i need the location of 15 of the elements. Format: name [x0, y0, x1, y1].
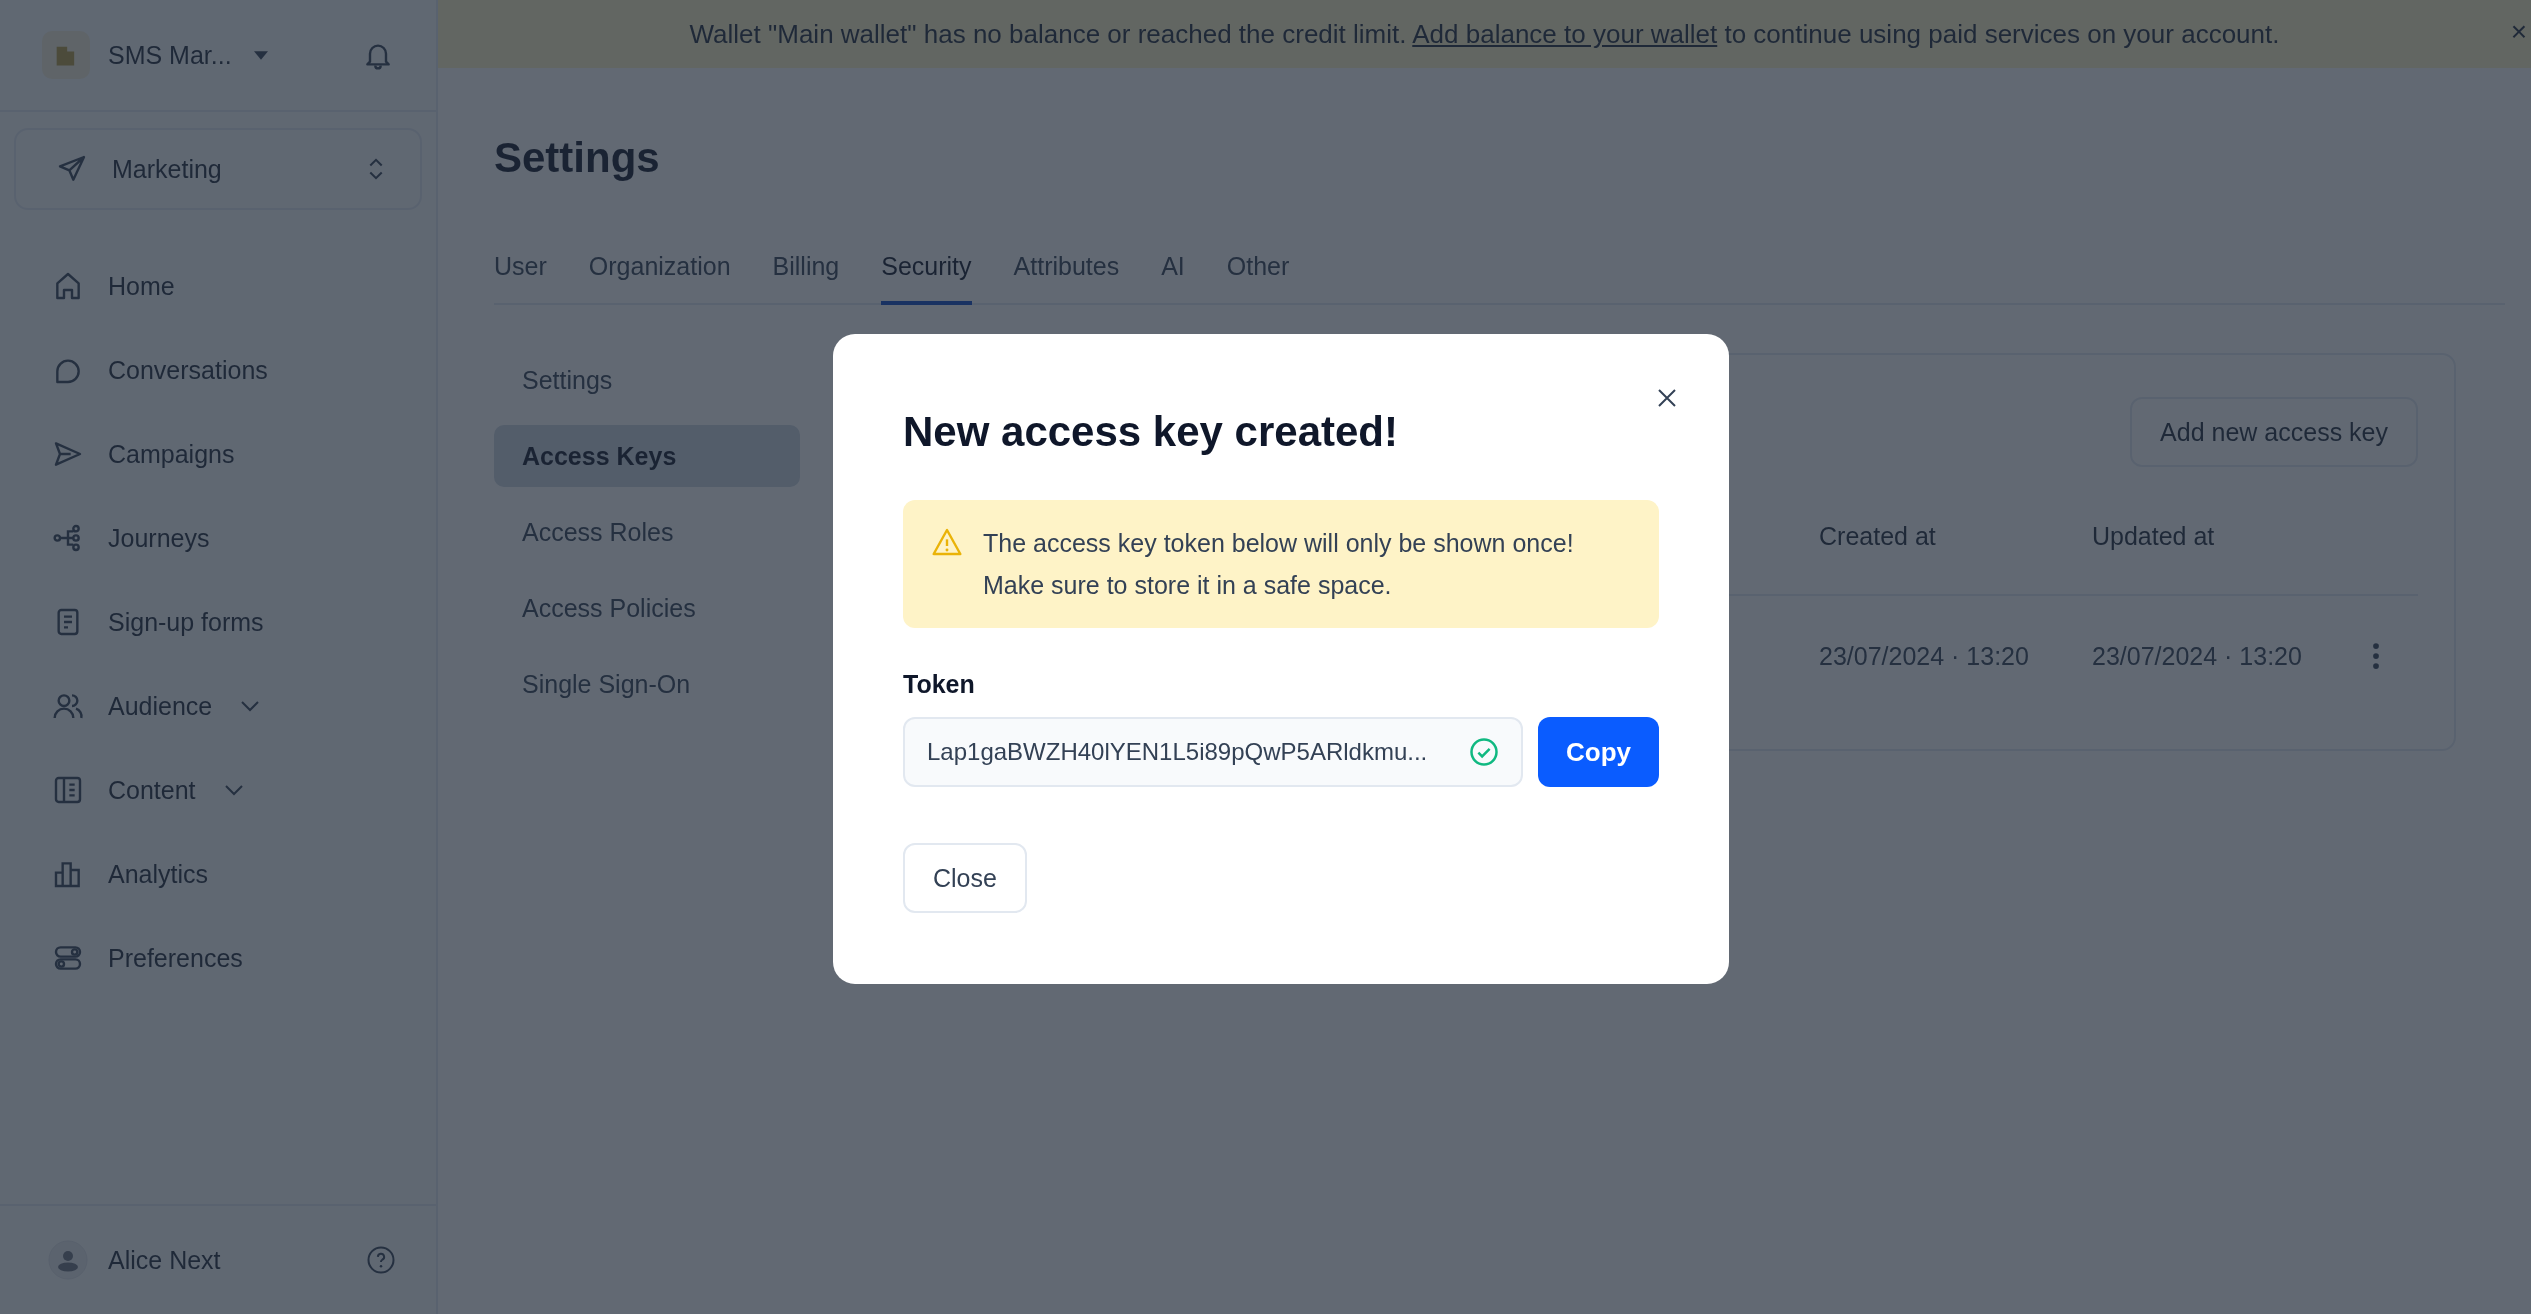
- token-label: Token: [903, 670, 976, 699]
- warning-icon: [931, 526, 963, 558]
- token-field[interactable]: Lap1gaBWZH40lYEN1L5i89pQwP5ARldkmu...: [903, 717, 1523, 787]
- warning-text: The access key token below will only be shown once!: [983, 528, 1574, 559]
- close-button[interactable]: Close: [903, 843, 1027, 913]
- close-button[interactable]: ×: [2510, 16, 2527, 48]
- column-header: Updated at: [2092, 522, 2216, 551]
- app-switcher-label: Marketing: [112, 154, 222, 184]
- dialog-title: New access key created!: [903, 408, 1399, 456]
- table-cell-text: 23/07/2024 · 13:20: [1819, 641, 2030, 671]
- warning-text: Make sure to store it in a safe space.: [983, 570, 1393, 601]
- column-header: Created at: [1819, 522, 1937, 551]
- page-title: Settings: [494, 134, 661, 182]
- table-cell-text: 23/07/2024 · 13:20: [2092, 641, 2303, 671]
- copy-button[interactable]: Copy: [1538, 717, 1659, 787]
